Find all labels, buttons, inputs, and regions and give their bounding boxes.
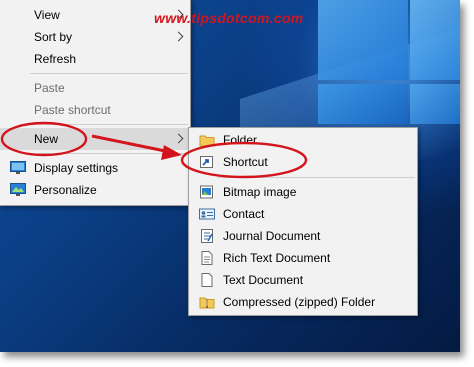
shortcut-circle-annotation [180,141,308,179]
watermark-text: www.tipsdotcom.com [154,10,304,26]
tutorial-annotations [0,121,308,179]
red-arrow-head [161,145,182,160]
new-circle-annotation [0,121,88,157]
red-arrow-shaft [91,134,171,154]
screenshot-frame: View Sort by Refresh Paste Paste shortcu… [0,0,460,352]
